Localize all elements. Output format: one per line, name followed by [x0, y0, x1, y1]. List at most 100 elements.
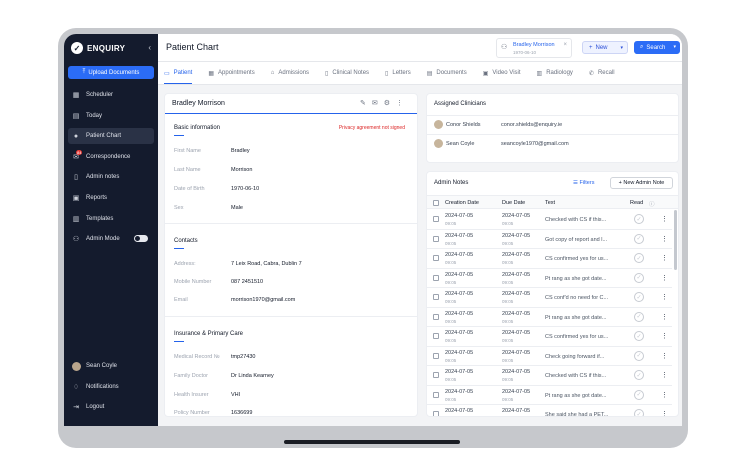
- row-checkbox[interactable]: [433, 274, 439, 281]
- search-button[interactable]: ⌕ Search ▾: [634, 41, 680, 54]
- tab-label: Letters: [392, 70, 411, 76]
- read-check-icon[interactable]: ✓: [634, 292, 644, 302]
- sidebar-item-patient-chart[interactable]: ● Patient Chart: [68, 128, 154, 145]
- row-checkbox[interactable]: [433, 255, 439, 261]
- table-row[interactable]: 2024-07-05 09:05 2024-07-05 09:05 CS confirm…: [427, 327, 672, 347]
- sidebar-item-templates[interactable]: ▥ Templates: [68, 211, 154, 227]
- field-label: Health Insurer: [174, 392, 209, 398]
- note-text: Check going forward if...: [545, 353, 605, 360]
- more-vertical-icon[interactable]: ⋮: [661, 332, 668, 340]
- sidebar-item-logout[interactable]: ⇥ Logout: [68, 399, 154, 415]
- brand-name: ENQUIRY: [87, 43, 126, 53]
- table-row[interactable]: 2024-07-05 09:05 2024-07-05 09:05 Checked wi…: [427, 210, 672, 230]
- read-check-icon[interactable]: ✓: [634, 331, 644, 341]
- row-checkbox[interactable]: [433, 294, 439, 300]
- table-row[interactable]: 2024-07-05 09:05 2024-07-05 09:05 Got copy o…: [427, 230, 672, 249]
- new-button[interactable]: + New ▾: [582, 41, 628, 54]
- admin-notes-title: Admin Notes: [434, 180, 469, 186]
- read-check-icon[interactable]: ✓: [634, 214, 644, 224]
- more-vertical-icon[interactable]: ⋮: [661, 371, 668, 379]
- select-all-checkbox[interactable]: [433, 200, 439, 206]
- due-time: 09:05: [502, 318, 514, 324]
- tab-documents[interactable]: ▤ Documents: [427, 62, 467, 84]
- column-header[interactable]: Creation Date: [445, 200, 479, 206]
- table-row[interactable]: 2024-07-05 09:05 2024-07-05 09:05 CS confirm…: [427, 249, 672, 269]
- row-checkbox[interactable]: [433, 391, 439, 398]
- admin-mode-toggle[interactable]: [134, 235, 148, 243]
- sidebar-item-notifications[interactable]: ♢ Notifications: [68, 379, 154, 395]
- tab-admissions[interactable]: ⌂ Admissions: [271, 62, 309, 84]
- sidebar-item-label: Today: [86, 112, 103, 119]
- bell-icon: ♢: [72, 383, 80, 391]
- chevron-down-icon: ▾: [673, 44, 676, 50]
- new-admin-note-button[interactable]: + New Admin Note: [610, 177, 673, 189]
- read-check-icon[interactable]: ✓: [634, 253, 644, 263]
- more-vertical-icon[interactable]: ⋮: [661, 313, 668, 321]
- active-patient-chip[interactable]: ⚇ Bradley Morrison 1970-06-10 ×: [496, 38, 572, 58]
- table-row[interactable]: 2024-07-05 09:05 2024-07-05 09:05 CS conf'd …: [427, 288, 672, 308]
- tab-radiology[interactable]: ▥ Radiology: [537, 62, 573, 84]
- row-checkbox[interactable]: [433, 333, 439, 339]
- table-row[interactable]: 2024-07-05 09:05 2024-07-05 09:05 Check goin…: [427, 347, 672, 366]
- edit-icon[interactable]: ✎: [360, 100, 372, 107]
- table-row[interactable]: 2024-07-05 09:05 2024-07-05 09:05 She said s…: [427, 405, 672, 416]
- more-vertical-icon[interactable]: ⋮: [661, 293, 668, 301]
- column-header[interactable]: Read: [630, 200, 643, 206]
- column-header[interactable]: Text: [545, 200, 555, 206]
- read-check-icon[interactable]: ✓: [634, 409, 644, 416]
- sidebar-item-today[interactable]: ▤ Today: [68, 108, 154, 124]
- search-icon: ⌕: [640, 44, 644, 50]
- row-checkbox[interactable]: [433, 352, 439, 359]
- due-date: 2024-07-05: [502, 388, 531, 395]
- sidebar-item-reports[interactable]: ▣ Reports: [68, 190, 154, 206]
- read-check-icon[interactable]: ✓: [634, 370, 644, 380]
- more-vertical-icon[interactable]: ⋮: [661, 215, 668, 223]
- row-checkbox[interactable]: [433, 313, 439, 320]
- read-check-icon[interactable]: ✓: [634, 233, 644, 244]
- tab-clinical-notes[interactable]: ▯ Clinical Notes: [325, 62, 369, 84]
- tab-recall[interactable]: ✆ Recall: [589, 62, 615, 84]
- more-vertical-icon[interactable]: ⋮: [661, 254, 668, 262]
- sidebar-item-correspondence[interactable]: ✉ 84 Correspondence: [68, 149, 154, 165]
- clinician-row[interactable]: Conor Shields conor.shields@enquiry.ie: [427, 115, 678, 133]
- more-vertical-icon[interactable]: ⋮: [661, 391, 668, 399]
- scrollbar[interactable]: [674, 210, 677, 270]
- row-checkbox[interactable]: [433, 235, 439, 242]
- table-row[interactable]: 2024-07-05 09:05 2024-07-05 09:05 Pt rang as…: [427, 386, 672, 405]
- row-checkbox[interactable]: [433, 216, 439, 222]
- tab-appointments[interactable]: ▦ Appointments: [208, 62, 254, 84]
- mail-icon[interactable]: ✉: [372, 100, 384, 107]
- collapse-sidebar-icon[interactable]: ‹: [148, 43, 151, 52]
- user-profile[interactable]: Sean Coyle: [68, 358, 154, 374]
- close-icon[interactable]: ×: [563, 42, 567, 48]
- read-check-icon[interactable]: ✓: [634, 389, 644, 400]
- due-time: 09:05: [502, 377, 514, 382]
- tab-video-visit[interactable]: ▣ Video Visit: [483, 62, 521, 84]
- more-vertical-icon[interactable]: ⋮: [396, 100, 409, 107]
- upload-documents-button[interactable]: ⤒ Upload Documents: [68, 66, 154, 79]
- clinician-row[interactable]: Sean Coyle seancoyle1970@gmail.com: [427, 134, 678, 152]
- more-vertical-icon[interactable]: ⋮: [661, 274, 668, 282]
- tablet-frame: ✓ ENQUIRY ‹ ⤒ Upload Documents ▦ Schedul…: [58, 28, 688, 448]
- read-check-icon[interactable]: ✓: [634, 311, 644, 322]
- table-row[interactable]: 2024-07-05 09:05 2024-07-05 09:05 Pt rang as…: [427, 269, 672, 288]
- table-row[interactable]: 2024-07-05 09:05 2024-07-05 09:05 Checked wi…: [427, 366, 672, 386]
- table-row[interactable]: 2024-07-05 09:05 2024-07-05 09:05 Pt rang as…: [427, 308, 672, 327]
- read-check-icon[interactable]: ✓: [634, 272, 644, 283]
- read-check-icon[interactable]: ✓: [634, 350, 644, 361]
- more-vertical-icon[interactable]: ⋮: [661, 352, 668, 360]
- settings-icon[interactable]: ⚙: [384, 100, 396, 107]
- filters-button[interactable]: ☰ Filters: [573, 180, 594, 186]
- field-value: morrison1970@gmail.com: [231, 297, 296, 303]
- column-header[interactable]: Due Date: [502, 200, 525, 206]
- tab-letters[interactable]: ▯ Letters: [385, 62, 411, 84]
- due-time: 09:05: [502, 279, 514, 285]
- tab-patient[interactable]: ▭ Patient: [164, 62, 193, 84]
- more-vertical-icon[interactable]: ⋮: [661, 235, 668, 243]
- row-checkbox[interactable]: [433, 372, 439, 378]
- more-vertical-icon[interactable]: ⋮: [661, 410, 668, 416]
- sidebar-item-scheduler[interactable]: ▦ Scheduler: [68, 87, 154, 103]
- sidebar-item-admin-notes[interactable]: ▯ Admin notes: [68, 169, 154, 185]
- admin-notes-card: Admin Notes ☰ Filters + New Admin Note C…: [426, 171, 679, 417]
- row-checkbox[interactable]: [433, 411, 439, 416]
